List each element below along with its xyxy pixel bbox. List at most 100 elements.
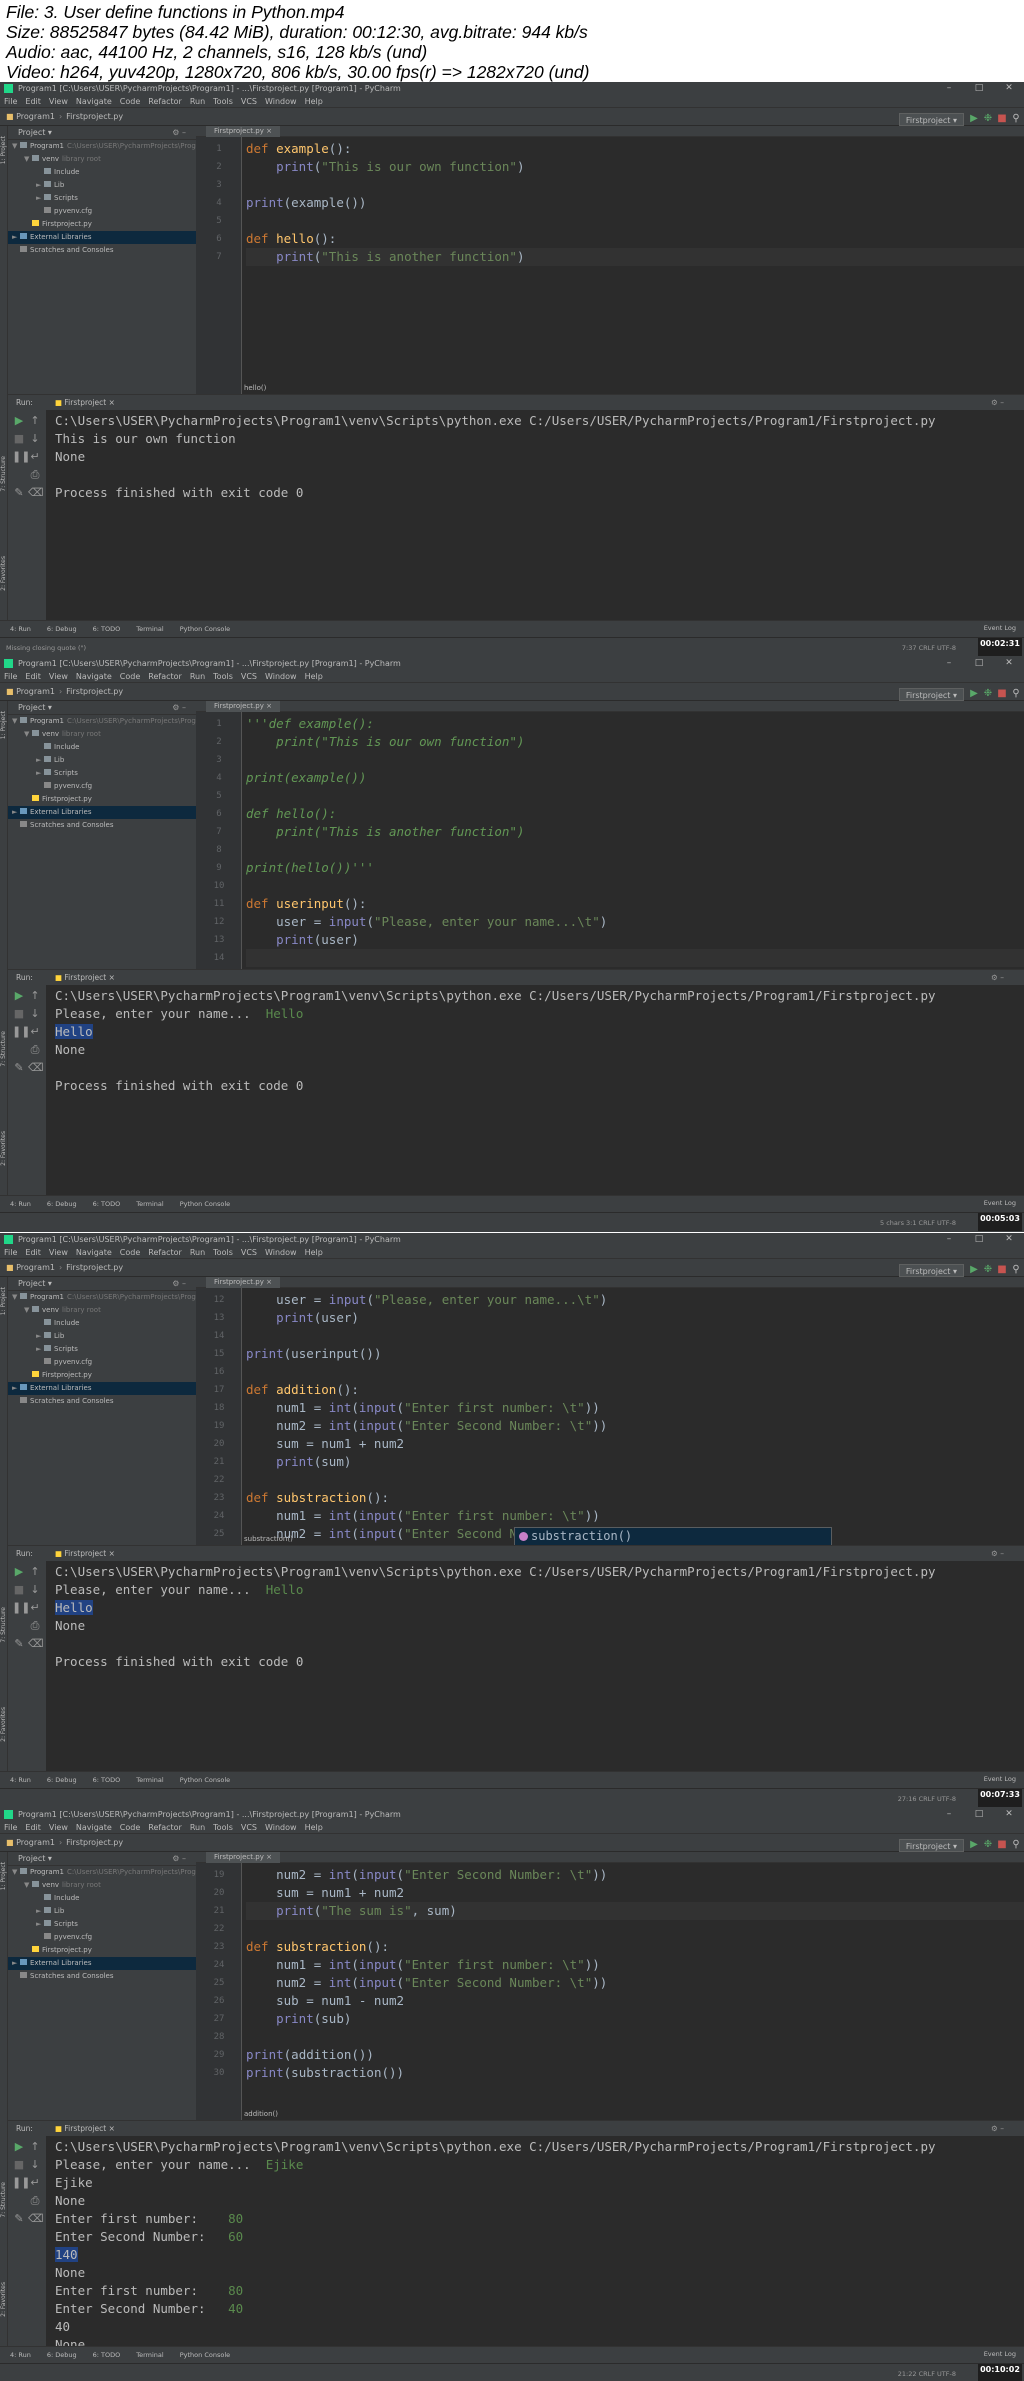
code-line[interactable]: 8 <box>216 841 1024 859</box>
menu-item-run[interactable]: Run <box>190 97 205 106</box>
menu-item-navigate[interactable]: Navigate <box>76 1248 112 1257</box>
settings-gear-icon[interactable]: ⚙ – <box>172 1852 186 1866</box>
breadcrumb-file[interactable]: Firstproject.py <box>66 687 123 696</box>
tree-item[interactable]: Include <box>8 741 196 754</box>
close-icon[interactable]: ✕ <box>994 82 1024 95</box>
code-line[interactable]: 1 '''def example(): <box>216 715 1024 733</box>
bottom-tab[interactable]: Terminal <box>136 2351 163 2359</box>
bottom-tab[interactable]: 6: TODO <box>93 625 121 633</box>
code-line[interactable]: 25 num2 = int(input("Enter Second Number… <box>214 1974 1024 1992</box>
bottom-tab[interactable]: 4: Run <box>10 625 31 633</box>
pause-icon[interactable]: ❚❚ <box>12 2176 30 2190</box>
soft-wrap-icon[interactable]: ↵ <box>28 2176 42 2190</box>
expand-arrow-icon[interactable]: ► <box>36 1905 44 1918</box>
structure-tool-button[interactable]: 7: Structure <box>0 2182 8 2218</box>
scroll-up-icon[interactable]: ↑ <box>28 2140 42 2154</box>
favorites-tool-button[interactable]: 2: Favorites <box>0 556 8 591</box>
expand-arrow-icon[interactable]: ► <box>12 806 20 819</box>
run-settings-icon[interactable]: ⚙ – <box>991 395 1004 411</box>
run-console-output[interactable]: C:\Users\USER\PycharmProjects\Program1\v… <box>55 2138 1024 2346</box>
menu-item-code[interactable]: Code <box>120 672 140 681</box>
bottom-tab[interactable]: Python Console <box>180 1776 230 1784</box>
code-line[interactable]: 24 num1 = int(input("Enter first number:… <box>214 1507 1024 1525</box>
code-line[interactable]: 19 num2 = int(input("Enter Second Number… <box>214 1866 1024 1884</box>
pin-icon[interactable]: ✎ <box>12 1637 26 1651</box>
project-tool-button[interactable]: 1: Project <box>0 136 8 164</box>
tree-item[interactable]: ► Lib <box>8 754 196 767</box>
minimize-icon[interactable]: – <box>934 1808 964 1821</box>
stop-icon[interactable]: ■ <box>996 1839 1008 1851</box>
code-area[interactable]: 1 '''def example(): 2 print("This is our o… <box>214 715 1024 969</box>
breadcrumb-project[interactable]: Program1 <box>16 112 55 121</box>
code-line[interactable]: 17 def addition(): <box>214 1381 1024 1399</box>
menu-item-run[interactable]: Run <box>190 1823 205 1832</box>
stop-run-icon[interactable]: ■ <box>12 432 26 446</box>
run-settings-icon[interactable]: ⚙ – <box>991 2121 1004 2137</box>
menu-item-window[interactable]: Window <box>265 672 297 681</box>
pause-icon[interactable]: ❚❚ <box>12 1601 30 1615</box>
cursor-position[interactable]: 7:37 CRLF UTF-8 <box>902 638 956 657</box>
run-config-select[interactable]: Firstproject ▾ <box>898 1264 964 1277</box>
run-tab[interactable]: ■ Firstproject × <box>55 398 115 407</box>
stop-icon[interactable]: ■ <box>996 688 1008 700</box>
debug-icon[interactable]: ❉ <box>982 688 994 700</box>
bottom-tab[interactable]: 4: Run <box>10 1776 31 1784</box>
menu-item-edit[interactable]: Edit <box>25 1248 41 1257</box>
scroll-up-icon[interactable]: ↑ <box>28 989 42 1003</box>
tree-item[interactable]: ▼ venv library root <box>8 1304 196 1317</box>
code-line[interactable]: 23 def substraction(): <box>214 1938 1024 1956</box>
menu-item-tools[interactable]: Tools <box>213 672 233 681</box>
tree-item[interactable]: Firstproject.py <box>8 1369 196 1382</box>
tree-item[interactable]: ► Scripts <box>8 192 196 205</box>
menu-item-vcs[interactable]: VCS <box>241 672 257 681</box>
project-panel-title[interactable]: Project <box>18 1279 45 1288</box>
run-console-output[interactable]: C:\Users\USER\PycharmProjects\Program1\v… <box>55 412 1024 620</box>
rerun-icon[interactable]: ▶ <box>12 2140 26 2154</box>
trash-icon[interactable]: ⌫ <box>28 1061 44 1075</box>
favorites-tool-button[interactable]: 2: Favorites <box>0 1707 8 1742</box>
expand-arrow-icon[interactable]: ► <box>36 754 44 767</box>
tree-item[interactable]: ► External Libraries <box>8 1382 196 1395</box>
tree-item[interactable]: ▼ venv library root <box>8 728 196 741</box>
stop-icon[interactable]: ■ <box>996 113 1008 125</box>
code-line[interactable]: 1 def example(): <box>216 140 1024 158</box>
pin-icon[interactable]: ✎ <box>12 1061 26 1075</box>
run-settings-icon[interactable]: ⚙ – <box>991 970 1004 986</box>
settings-gear-icon[interactable]: ⚙ – <box>172 701 186 715</box>
code-line[interactable]: 23 def substraction(): <box>214 1489 1024 1507</box>
bottom-tab[interactable]: Terminal <box>136 625 163 633</box>
code-line[interactable]: 3 <box>216 176 1024 194</box>
debug-icon[interactable]: ❉ <box>982 113 994 125</box>
tree-item[interactable]: pyvenv.cfg <box>8 780 196 793</box>
expand-arrow-icon[interactable]: ► <box>12 1957 20 1970</box>
code-line[interactable]: 12 user = input("Please, enter your name… <box>214 1291 1024 1309</box>
settings-gear-icon[interactable]: ⚙ – <box>172 1277 186 1291</box>
breadcrumb-file[interactable]: Firstproject.py <box>66 1838 123 1847</box>
menu-item-refactor[interactable]: Refactor <box>148 672 182 681</box>
favorites-tool-button[interactable]: 2: Favorites <box>0 2282 8 2317</box>
bottom-tab[interactable]: 6: Debug <box>47 625 77 633</box>
menu-item-help[interactable]: Help <box>305 672 323 681</box>
code-line[interactable]: 6 def hello(): <box>216 230 1024 248</box>
code-line[interactable]: 7 print("This is another function") <box>216 823 1024 841</box>
soft-wrap-icon[interactable]: ↵ <box>28 1601 42 1615</box>
code-area[interactable]: 12 user = input("Please, enter your name… <box>214 1291 1024 1545</box>
code-line[interactable]: 26 sub = num1 - num2 <box>214 1992 1024 2010</box>
expand-arrow-icon[interactable]: ► <box>12 231 20 244</box>
search-everywhere-icon[interactable]: ⚲ <box>1010 1839 1022 1851</box>
bottom-tab[interactable]: 6: TODO <box>93 2351 121 2359</box>
rerun-icon[interactable]: ▶ <box>12 414 26 428</box>
search-everywhere-icon[interactable]: ⚲ <box>1010 113 1022 125</box>
project-tool-button[interactable]: 1: Project <box>0 711 8 739</box>
structure-tool-button[interactable]: 7: Structure <box>0 1031 8 1067</box>
menu-item-refactor[interactable]: Refactor <box>148 1248 182 1257</box>
code-editor[interactable]: Firstproject.py × 1 def example(): 2 print(… <box>196 126 1024 394</box>
bottom-tab[interactable]: 6: Debug <box>47 1200 77 1208</box>
pause-icon[interactable]: ❚❚ <box>12 1025 30 1039</box>
breadcrumb-project[interactable]: Program1 <box>16 1263 55 1272</box>
menu-item-tools[interactable]: Tools <box>213 97 233 106</box>
run-icon[interactable]: ▶ <box>968 688 980 700</box>
favorites-tool-button[interactable]: 2: Favorites <box>0 1131 8 1166</box>
bottom-tab[interactable]: 6: TODO <box>93 1200 121 1208</box>
soft-wrap-icon[interactable]: ↵ <box>28 1025 42 1039</box>
